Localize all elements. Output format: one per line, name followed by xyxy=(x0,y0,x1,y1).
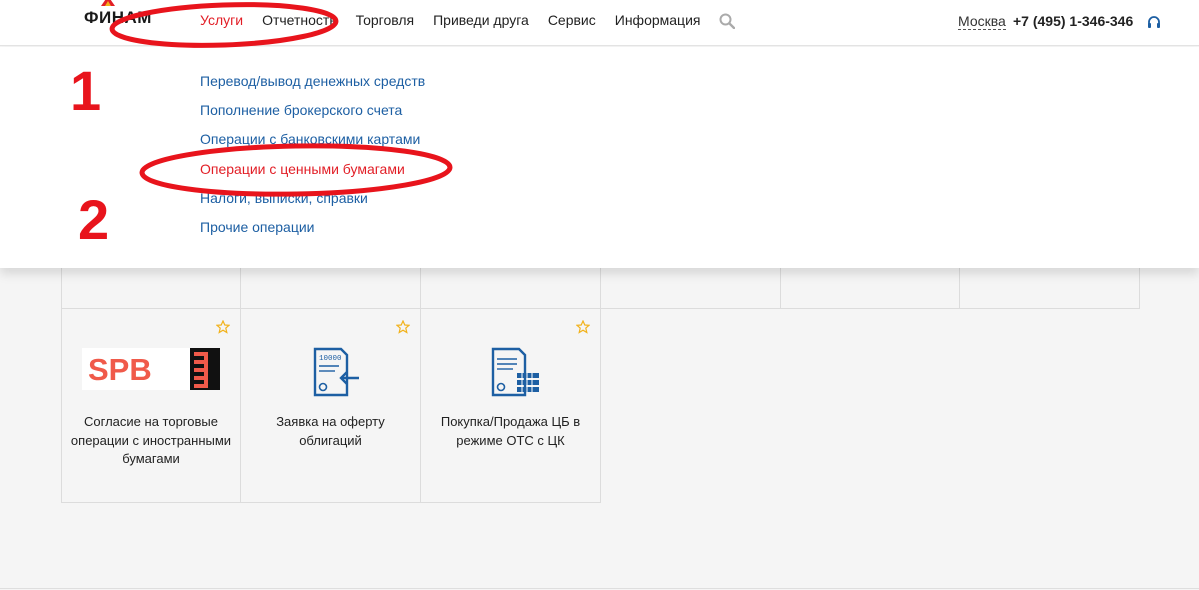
card-label: Заявка на оферту облигаций xyxy=(276,414,385,448)
site-header: ФИНАМ Услуги Отчетность Торговля Приведи… xyxy=(0,0,1199,46)
services-dropdown: Перевод/вывод денежных средств Пополнени… xyxy=(0,47,1199,268)
logo-mark-icon xyxy=(101,0,115,6)
city-selector[interactable]: Москва xyxy=(958,13,1006,30)
footer-divider xyxy=(0,588,1199,589)
main-nav: Услуги Отчетность Торговля Приведи друга… xyxy=(200,12,719,28)
nav-item-info[interactable]: Информация xyxy=(615,12,701,28)
spb-logo-text: SPB xyxy=(88,352,152,387)
search-icon[interactable] xyxy=(719,13,735,29)
annotation-number-2: 2 xyxy=(78,188,110,251)
logo-text: ФИНАМ xyxy=(84,8,152,27)
bond-offer-document-icon: 10000 xyxy=(313,347,359,397)
star-icon[interactable] xyxy=(216,320,230,334)
nav-item-service[interactable]: Сервис xyxy=(548,12,596,28)
card-bond-offer-request[interactable]: 10000 Заявка на оферту облигаций xyxy=(240,308,421,503)
otc-trade-document-icon xyxy=(491,347,539,397)
card-label: Покупка/Продажа ЦБ в режиме ОТС с ЦК xyxy=(440,414,581,448)
menu-item-bank-cards[interactable]: Операции с банковскими картами xyxy=(200,131,420,147)
menu-item-other-operations[interactable]: Прочие операции xyxy=(200,219,315,235)
card-foreign-securities-consent[interactable]: SPB Согласие на торговые операции с инос… xyxy=(61,308,241,503)
headset-icon[interactable] xyxy=(1147,15,1161,29)
nav-item-services[interactable]: Услуги xyxy=(200,12,243,28)
nav-item-refer-friend[interactable]: Приведи друга xyxy=(433,12,529,28)
star-icon[interactable] xyxy=(576,320,590,334)
finam-logo[interactable]: ФИНАМ xyxy=(84,0,154,30)
menu-item-money-transfer[interactable]: Перевод/вывод денежных средств xyxy=(200,73,425,89)
card-otc-trade[interactable]: Покупка/Продажа ЦБ в режиме ОТС с ЦК xyxy=(420,308,601,503)
nav-item-trading[interactable]: Торговля xyxy=(356,12,414,28)
menu-item-account-topup[interactable]: Пополнение брокерского счета xyxy=(200,102,402,118)
spb-exchange-logo: SPB xyxy=(82,348,220,390)
nav-item-reports[interactable]: Отчетность xyxy=(262,12,337,28)
card-label: Согласие на торговые операции с иностран… xyxy=(70,414,232,466)
bond-icon-text: 10000 xyxy=(319,355,342,363)
annotation-number-1: 1 xyxy=(70,59,102,122)
menu-item-securities-operations[interactable]: Операции с ценными бумагами xyxy=(200,161,405,177)
menu-item-taxes-statements[interactable]: Налоги, выписки, справки xyxy=(200,190,368,206)
services-grid: SPB Согласие на торговые операции с инос… xyxy=(61,208,1140,503)
star-icon[interactable] xyxy=(396,320,410,334)
phone-number[interactable]: +7 (495) 1-346-346 xyxy=(1013,13,1133,29)
